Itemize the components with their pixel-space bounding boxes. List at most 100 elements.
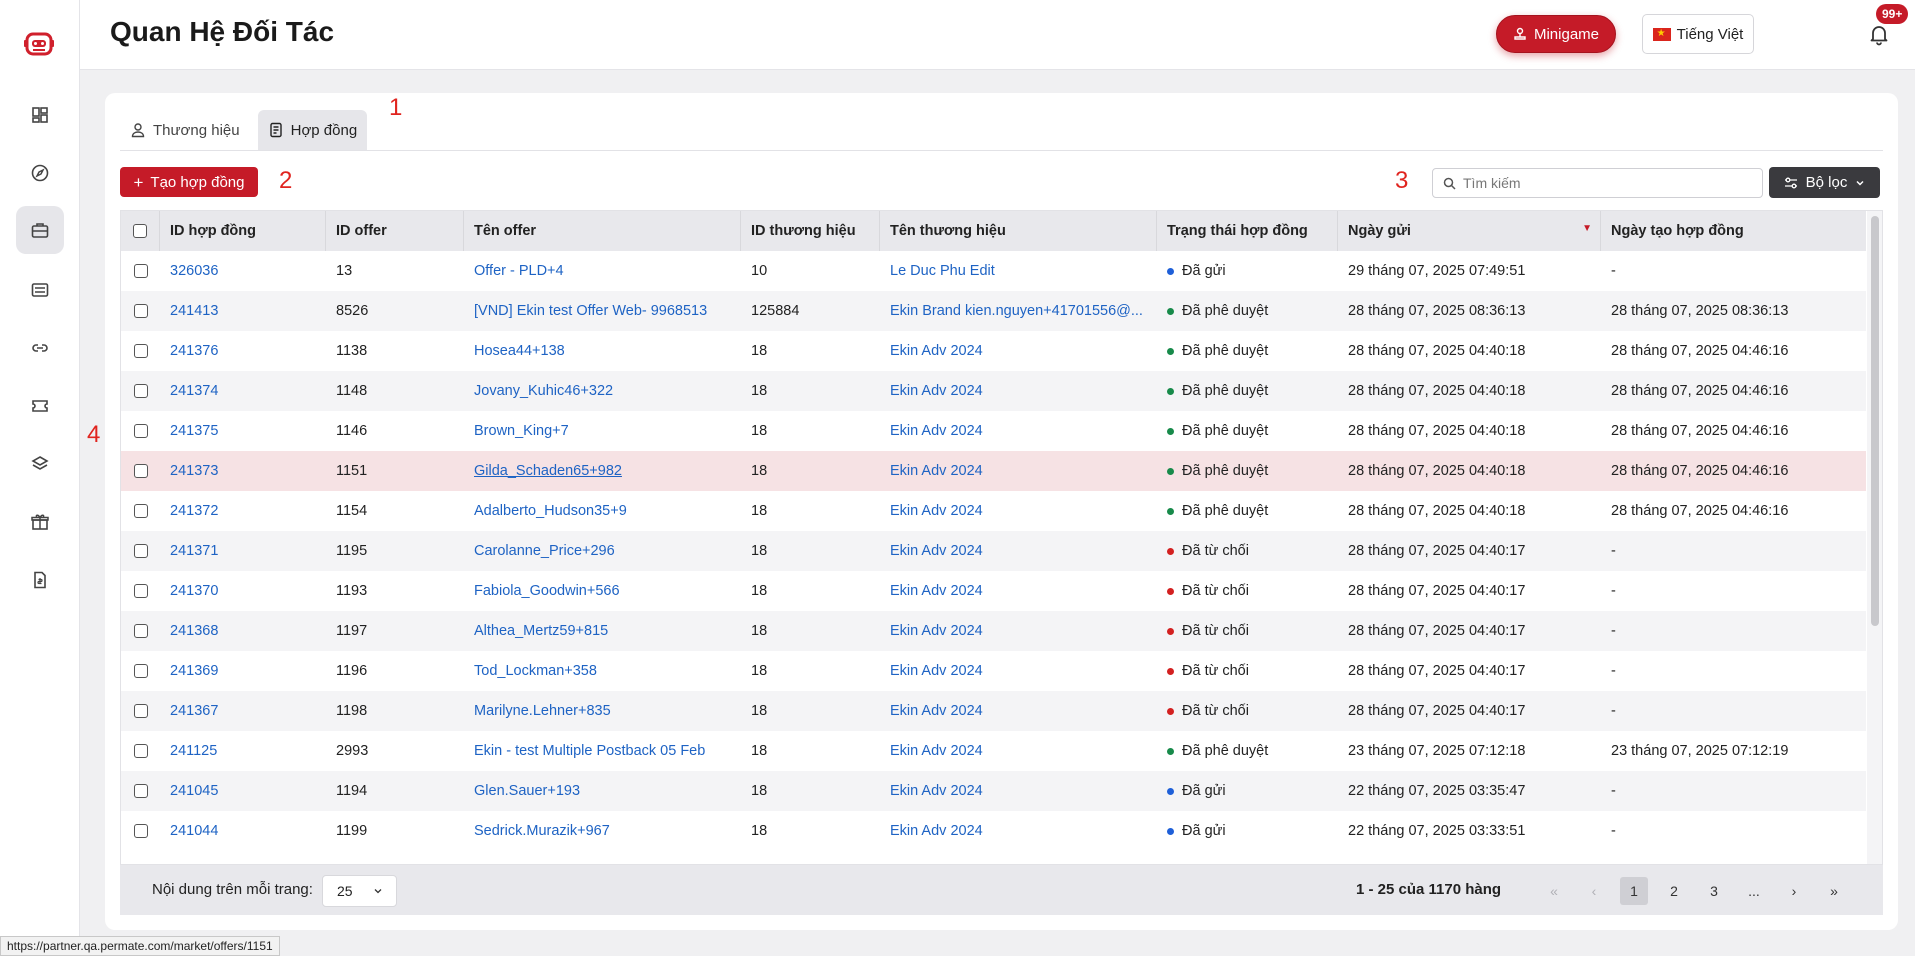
offer-name-link[interactable]: [VND] Ekin test Offer Web- 9968513 (464, 291, 741, 331)
table-row[interactable]: 241374 1148 Jovany_Kuhic46+322 18 Ekin Adv 2… (121, 371, 1866, 411)
offer-name-link[interactable]: Marilyne.Lehner+835 (464, 691, 741, 731)
sidebar-item-compass[interactable] (16, 149, 64, 197)
contract-id-link[interactable]: 241374 (160, 371, 326, 411)
vertical-scrollbar[interactable] (1867, 211, 1882, 864)
table-row[interactable]: 326036 13 Offer - PLD+4 10 Le Duc Phu Edit Đã… (121, 251, 1866, 291)
row-checkbox[interactable] (133, 664, 148, 678)
sidebar-item-ticket[interactable] (16, 382, 64, 430)
page-button-1[interactable]: 1 (1620, 877, 1648, 905)
tab-contract[interactable]: Hợp đồng (257, 110, 368, 150)
table-row[interactable]: 241376 1138 Hosea44+138 18 Ekin Adv 2024 Đã p… (121, 331, 1866, 371)
col-header-brand-name[interactable]: Tên thương hiệu (880, 211, 1157, 251)
row-checkbox[interactable] (133, 624, 148, 638)
offer-name-link[interactable]: Carolanne_Price+296 (464, 531, 741, 571)
contract-id-link[interactable]: 241045 (160, 771, 326, 811)
table-row[interactable]: 241368 1197 Althea_Mertz59+815 18 Ekin Adv 2… (121, 611, 1866, 651)
sidebar-item-link[interactable] (16, 324, 64, 372)
col-header-brand-id[interactable]: ID thương hiệu (741, 211, 880, 251)
contract-id-link[interactable]: 241369 (160, 651, 326, 691)
contract-id-link[interactable]: 241373 (160, 451, 326, 491)
col-header-created-date[interactable]: Ngày tạo hợp đồng (1601, 211, 1866, 251)
per-page-select[interactable]: 25 (322, 875, 397, 907)
offer-name-link[interactable]: Gilda_Schaden65+982 (464, 451, 741, 491)
offer-name-link[interactable]: Jovany_Kuhic46+322 (464, 371, 741, 411)
page-ellipsis-button[interactable]: ... (1740, 877, 1768, 905)
first-page-button[interactable]: « (1540, 877, 1568, 905)
filter-button[interactable]: Bộ lọc (1769, 167, 1880, 198)
brand-name-link[interactable]: Ekin Adv 2024 (880, 731, 1157, 771)
contract-id-link[interactable]: 241044 (160, 811, 326, 851)
col-header-status[interactable]: Trạng thái hợp đồng (1157, 211, 1338, 251)
page-button-3[interactable]: 3 (1700, 877, 1728, 905)
table-row[interactable]: 241371 1195 Carolanne_Price+296 18 Ekin Adv … (121, 531, 1866, 571)
brand-name-link[interactable]: Ekin Adv 2024 (880, 771, 1157, 811)
brand-name-link[interactable]: Ekin Adv 2024 (880, 531, 1157, 571)
last-page-button[interactable]: » (1820, 877, 1848, 905)
contract-id-link[interactable]: 326036 (160, 251, 326, 291)
col-header-offer-id[interactable]: ID offer (326, 211, 464, 251)
contract-id-link[interactable]: 241375 (160, 411, 326, 451)
row-checkbox[interactable] (133, 424, 148, 438)
table-row[interactable]: 241372 1154 Adalberto_Hudson35+9 18 Ekin Adv… (121, 491, 1866, 531)
contract-id-link[interactable]: 241371 (160, 531, 326, 571)
col-header-contract-id[interactable]: ID hợp đồng (160, 211, 326, 251)
sidebar-item-dashboard[interactable] (16, 91, 64, 139)
offer-name-link[interactable]: Adalberto_Hudson35+9 (464, 491, 741, 531)
row-checkbox[interactable] (133, 384, 148, 398)
contract-id-link[interactable]: 241367 (160, 691, 326, 731)
table-row[interactable]: 241044 1199 Sedrick.Murazik+967 18 Ekin Adv … (121, 811, 1866, 851)
contract-id-link[interactable]: 241368 (160, 611, 326, 651)
row-checkbox[interactable] (133, 464, 148, 478)
offer-name-link[interactable]: Offer - PLD+4 (464, 251, 741, 291)
brand-name-link[interactable]: Ekin Adv 2024 (880, 611, 1157, 651)
row-checkbox[interactable] (133, 824, 148, 838)
contract-id-link[interactable]: 241413 (160, 291, 326, 331)
sidebar-item-sliders[interactable] (16, 266, 64, 314)
table-row[interactable]: 241375 1146 Brown_King+7 18 Ekin Adv 2024 Đã … (121, 411, 1866, 451)
contract-id-link[interactable]: 241376 (160, 331, 326, 371)
row-checkbox[interactable] (133, 304, 148, 318)
offer-name-link[interactable]: Hosea44+138 (464, 331, 741, 371)
row-checkbox[interactable] (133, 584, 148, 598)
brand-name-link[interactable]: Ekin Adv 2024 (880, 691, 1157, 731)
offer-name-link[interactable]: Ekin - test Multiple Postback 05 Feb (464, 731, 741, 771)
table-row[interactable]: 241367 1198 Marilyne.Lehner+835 18 Ekin Adv … (121, 691, 1866, 731)
offer-name-link[interactable]: Brown_King+7 (464, 411, 741, 451)
row-checkbox[interactable] (133, 264, 148, 278)
brand-name-link[interactable]: Ekin Adv 2024 (880, 451, 1157, 491)
row-checkbox[interactable] (133, 744, 148, 758)
contract-id-link[interactable]: 241372 (160, 491, 326, 531)
page-button-2[interactable]: 2 (1660, 877, 1688, 905)
brand-name-link[interactable]: Ekin Adv 2024 (880, 571, 1157, 611)
brand-name-link[interactable]: Ekin Adv 2024 (880, 411, 1157, 451)
next-page-button[interactable]: › (1780, 877, 1808, 905)
table-row[interactable]: 241413 8526 [VND] Ekin test Offer Web- 996… (121, 291, 1866, 331)
tab-brand[interactable]: Thương hiệu (120, 110, 250, 150)
offer-name-link[interactable]: Tod_Lockman+358 (464, 651, 741, 691)
scrollbar-thumb[interactable] (1871, 216, 1879, 626)
brand-name-link[interactable]: Ekin Adv 2024 (880, 651, 1157, 691)
search-box[interactable] (1432, 168, 1763, 198)
table-row[interactable]: 241373 1151 Gilda_Schaden65+982 18 Ekin Adv … (121, 451, 1866, 491)
sort-desc-icon[interactable]: ▼ (1582, 223, 1592, 234)
sidebar-item-briefcase[interactable] (16, 206, 64, 254)
offer-name-link[interactable]: Fabiola_Goodwin+566 (464, 571, 741, 611)
offer-name-link[interactable]: Glen.Sauer+193 (464, 771, 741, 811)
minigame-button[interactable]: Minigame (1496, 15, 1616, 53)
col-header-sent-date[interactable]: Ngày gửi ▼ (1338, 211, 1601, 251)
row-checkbox[interactable] (133, 504, 148, 518)
prev-page-button[interactable]: ‹ (1580, 877, 1608, 905)
table-row[interactable]: 241125 2993 Ekin - test Multiple Postback … (121, 731, 1866, 771)
sidebar-item-layers[interactable] (16, 440, 64, 488)
create-contract-button[interactable]: + Tạo hợp đồng (120, 167, 258, 197)
brand-name-link[interactable]: Ekin Adv 2024 (880, 331, 1157, 371)
search-input[interactable] (1463, 175, 1743, 191)
table-row[interactable]: 241045 1194 Glen.Sauer+193 18 Ekin Adv 2024 Đ… (121, 771, 1866, 811)
row-checkbox[interactable] (133, 544, 148, 558)
robot-logo-icon[interactable] (22, 27, 56, 61)
table-row[interactable]: 241370 1193 Fabiola_Goodwin+566 18 Ekin Adv … (121, 571, 1866, 611)
row-checkbox[interactable] (133, 704, 148, 718)
brand-name-link[interactable]: Ekin Adv 2024 (880, 371, 1157, 411)
table-row[interactable]: 241369 1196 Tod_Lockman+358 18 Ekin Adv 2024… (121, 651, 1866, 691)
language-selector[interactable]: Tiếng Việt (1642, 14, 1754, 54)
